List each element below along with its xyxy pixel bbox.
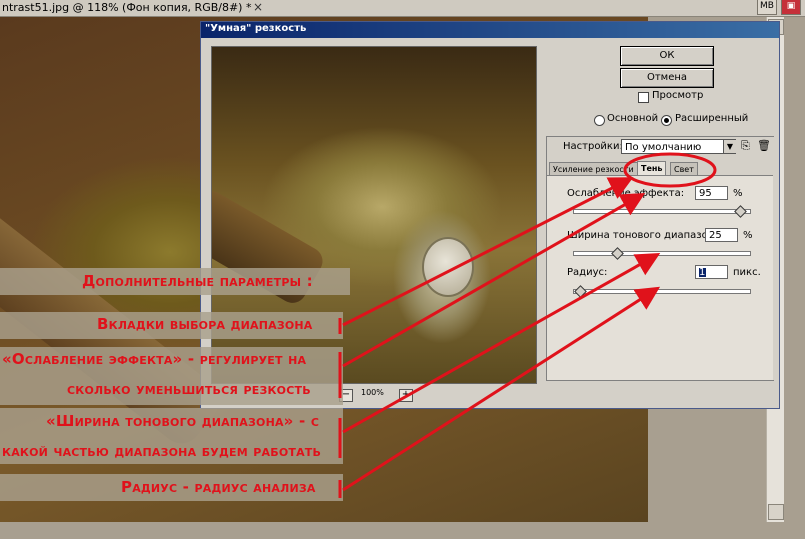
arrow-tabs bbox=[342, 177, 634, 327]
arrow-fade bbox=[342, 193, 646, 368]
arrow-tonal-width bbox=[342, 253, 661, 434]
tabs-highlight-ellipse bbox=[623, 152, 717, 188]
arrow-radius bbox=[342, 286, 661, 492]
annotation-arrows bbox=[338, 152, 717, 498]
